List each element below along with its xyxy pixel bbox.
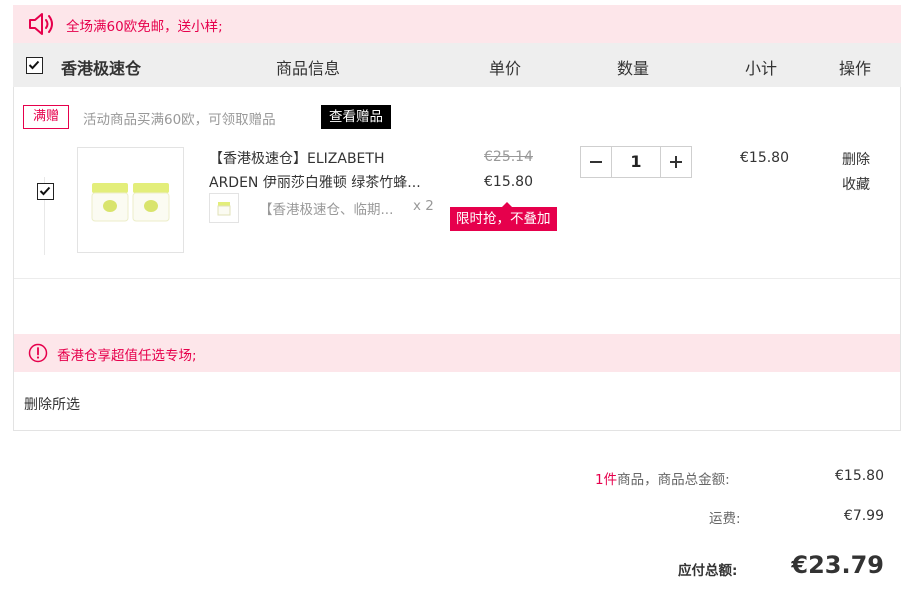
store-name[interactable]: 香港极速仓 — [61, 55, 141, 79]
checkmark-icon — [28, 60, 40, 70]
warehouse-notice-text: 香港仓享超值任选专场; — [57, 348, 197, 364]
favorite-item-link[interactable]: 收藏 — [842, 174, 870, 194]
view-gift-button[interactable]: 查看赠品 — [321, 105, 391, 129]
column-subtotal: 小计 — [745, 59, 778, 78]
goods-total-label: 商品，商品总金额: — [617, 472, 730, 488]
select-all-checkbox[interactable] — [26, 57, 43, 74]
item-count: 1件 — [595, 472, 618, 488]
top-notice-text: 全场满60欧免邮，送小样; — [66, 19, 223, 35]
gift-jar-image — [217, 202, 231, 216]
alert-icon — [28, 343, 48, 367]
payable-total-value: €23.79 — [791, 551, 884, 579]
item-checkbox[interactable] — [37, 183, 54, 200]
current-price: €15.80 — [484, 174, 533, 190]
delete-selected-link[interactable]: 删除所选 — [24, 394, 80, 414]
delete-item-link[interactable]: 删除 — [842, 149, 870, 169]
quantity-input[interactable]: 1 — [611, 147, 661, 177]
gift-name: 【香港极速仓、临期... — [259, 202, 394, 218]
decrease-quantity-button[interactable] — [581, 147, 611, 177]
gift-thumbnail — [209, 193, 239, 223]
increase-quantity-button[interactable] — [661, 147, 691, 177]
cart-table-header: 香港极速仓 商品信息 单价 数量 小计 操作 — [13, 43, 901, 87]
product-name[interactable]: 【香港极速仓】ELIZABETH ARDEN 伊丽莎白雅顿 绿茶竹蜂... — [209, 147, 439, 195]
column-unit-price: 单价 — [489, 59, 522, 78]
goods-total-value: €15.80 — [835, 468, 884, 484]
quantity-stepper: 1 — [580, 146, 692, 178]
promotion-text: 活动商品买满60欧，可领取赠品 — [83, 112, 276, 128]
item-subtotal: €15.80 — [740, 150, 789, 166]
column-quantity: 数量 — [617, 59, 650, 78]
cart-store-group: 满赠 活动商品买满60欧，可领取赠品 查看赠品 【香港极速仓】ELIZABETH… — [13, 87, 901, 431]
column-product-info: 商品信息 — [276, 59, 341, 78]
top-notice-bar: 全场满60欧免邮，送小样; — [13, 5, 901, 43]
original-price: €25.14 — [484, 149, 533, 165]
warehouse-notice-bar: 香港仓享超值任选专场; — [14, 334, 900, 372]
goods-count-label: 1件商品，商品总金额: — [595, 468, 730, 488]
product-jars-image — [91, 183, 170, 222]
checkmark-icon — [39, 186, 51, 196]
product-name-line2: ARDEN 伊丽莎白雅顿 绿茶竹蜂... — [209, 175, 421, 191]
flash-sale-tag: 限时抢，不叠加 — [450, 202, 557, 231]
plus-icon — [670, 156, 682, 168]
payable-total-label: 应付总额: — [678, 563, 738, 579]
column-actions: 操作 — [839, 59, 872, 78]
shipping-label: 运费: — [709, 511, 741, 527]
promotion-tag: 满赠 — [23, 105, 69, 129]
row-separator — [14, 278, 900, 279]
speaker-icon — [27, 11, 55, 37]
shipping-value: €7.99 — [843, 508, 884, 524]
gift-quantity: x 2 — [413, 198, 434, 214]
product-image[interactable] — [77, 147, 184, 253]
product-name-line1: 【香港极速仓】ELIZABETH — [209, 151, 385, 167]
minus-icon — [590, 161, 602, 163]
